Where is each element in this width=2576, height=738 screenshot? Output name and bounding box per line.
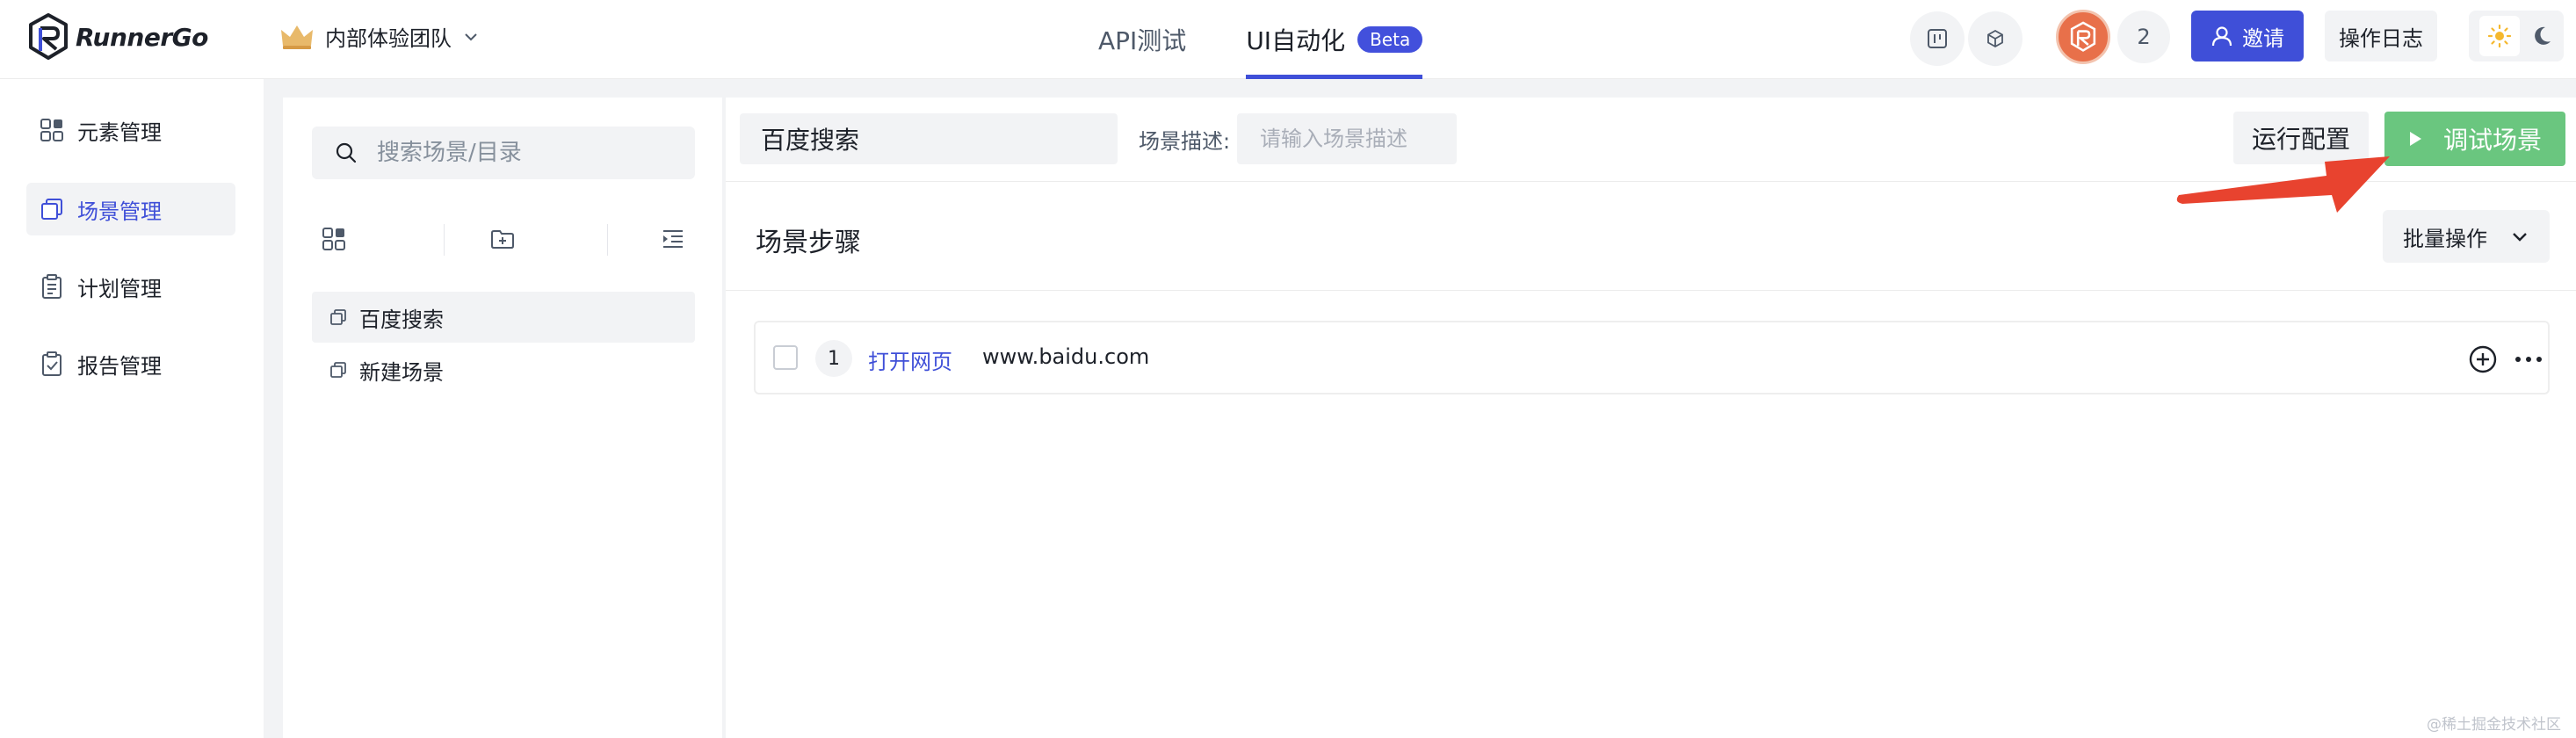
collapse-tree-button[interactable] bbox=[651, 217, 695, 261]
sidebar-item-label: 计划管理 bbox=[77, 276, 162, 301]
watermark: @稀土掘金技术社区 bbox=[2427, 716, 2561, 734]
tree-item-label: 百度搜索 bbox=[359, 307, 444, 332]
team-name: 内部体验团队 bbox=[325, 26, 452, 51]
grid-add-icon bbox=[322, 228, 345, 250]
tab-ui-automation[interactable]: UI自动化 Beta bbox=[1246, 0, 1423, 79]
toolbar-divider bbox=[607, 224, 608, 256]
chevron-down-icon bbox=[465, 33, 477, 40]
step-index: 1 bbox=[815, 340, 852, 377]
scene-tree-panel: 百度搜索 新建场景 bbox=[283, 98, 722, 738]
module-tabs: API测试 UI自动化 Beta bbox=[1098, 0, 1482, 79]
annotation-arrow-icon bbox=[2176, 156, 2390, 213]
search-input[interactable] bbox=[377, 140, 693, 166]
search-icon bbox=[336, 142, 357, 163]
step-action-type[interactable]: 打开网页 bbox=[868, 344, 952, 375]
user-icon bbox=[2211, 26, 2232, 47]
operation-log-button[interactable]: 操作日志 bbox=[2325, 11, 2437, 62]
plugin-button[interactable] bbox=[1968, 11, 2022, 66]
sidebar-item-label: 元素管理 bbox=[77, 119, 162, 145]
add-folder-button[interactable] bbox=[481, 217, 525, 261]
scene-desc-input[interactable] bbox=[1237, 113, 1457, 164]
moon-icon[interactable] bbox=[2530, 25, 2553, 47]
copy-icon bbox=[41, 199, 62, 220]
tree-toolbar bbox=[312, 217, 695, 261]
step-value: www.baidu.com bbox=[982, 344, 1150, 369]
tab-api-test[interactable]: API测试 bbox=[1098, 0, 1186, 79]
light-theme-button[interactable] bbox=[2479, 16, 2520, 56]
cube-icon bbox=[1987, 29, 2003, 48]
indent-icon bbox=[663, 230, 683, 248]
play-icon bbox=[2409, 132, 2421, 146]
scene-desc-label: 场景描述: bbox=[1139, 129, 1231, 154]
sidebar-item-elements[interactable]: 元素管理 bbox=[26, 104, 235, 156]
brand-name: RunnerGo bbox=[76, 22, 208, 52]
add-scene-button[interactable] bbox=[312, 217, 356, 261]
add-step-icon[interactable] bbox=[2467, 344, 2499, 375]
crown-icon bbox=[281, 25, 313, 49]
sidebar-item-scenes[interactable]: 场景管理 bbox=[26, 183, 235, 235]
scene-name-input[interactable] bbox=[740, 113, 1118, 164]
scene-icon bbox=[330, 309, 346, 325]
member-count[interactable]: 2 bbox=[2117, 11, 2170, 63]
tree-search[interactable] bbox=[312, 127, 695, 179]
debug-scene-button[interactable]: 调试场景 bbox=[2384, 112, 2565, 166]
toolbar-divider bbox=[444, 224, 445, 256]
scene-icon bbox=[330, 362, 346, 378]
chevron-down-icon bbox=[2513, 233, 2527, 242]
step-row[interactable]: 1 打开网页 www.baidu.com bbox=[754, 321, 2550, 394]
sidebar-item-reports[interactable]: 报告管理 bbox=[26, 337, 235, 390]
step-checkbox[interactable] bbox=[773, 345, 798, 370]
more-icon[interactable] bbox=[2513, 344, 2544, 375]
logo[interactable]: RunnerGo bbox=[26, 12, 208, 62]
left-sidebar: 元素管理 场景管理 计划管理 报告管理 bbox=[0, 79, 264, 738]
user-avatar[interactable] bbox=[2056, 10, 2110, 64]
layout-icon bbox=[1928, 29, 1947, 48]
sidebar-item-plans[interactable]: 计划管理 bbox=[26, 260, 235, 313]
beta-badge: Beta bbox=[1357, 26, 1423, 53]
tree-item-scene[interactable]: 百度搜索 bbox=[312, 292, 695, 343]
top-header: RunnerGo 内部体验团队 API测试 UI自动化 Beta 2 邀请 操作… bbox=[0, 0, 2576, 79]
folder-add-icon bbox=[491, 230, 514, 249]
tree-item-scene[interactable]: 新建场景 bbox=[312, 344, 695, 395]
clipboard-list-icon bbox=[42, 274, 62, 299]
grid-icon bbox=[40, 119, 63, 141]
theme-toggle[interactable] bbox=[2469, 11, 2564, 62]
avatar-logo-icon bbox=[2070, 21, 2096, 52]
clipboard-check-icon bbox=[42, 351, 62, 376]
sidebar-item-label: 报告管理 bbox=[77, 353, 162, 379]
runnergo-logo-icon bbox=[29, 13, 68, 60]
invite-button[interactable]: 邀请 bbox=[2191, 11, 2304, 62]
tree-item-label: 新建场景 bbox=[359, 359, 444, 385]
sidebar-item-label: 场景管理 bbox=[77, 199, 162, 224]
sun-icon bbox=[2487, 24, 2512, 48]
panel-toggle-button[interactable] bbox=[1910, 11, 1965, 66]
team-switcher[interactable]: 内部体验团队 bbox=[279, 21, 480, 52]
steps-title: 场景步骤 bbox=[756, 228, 861, 258]
batch-operation-dropdown[interactable]: 批量操作 bbox=[2383, 210, 2550, 263]
